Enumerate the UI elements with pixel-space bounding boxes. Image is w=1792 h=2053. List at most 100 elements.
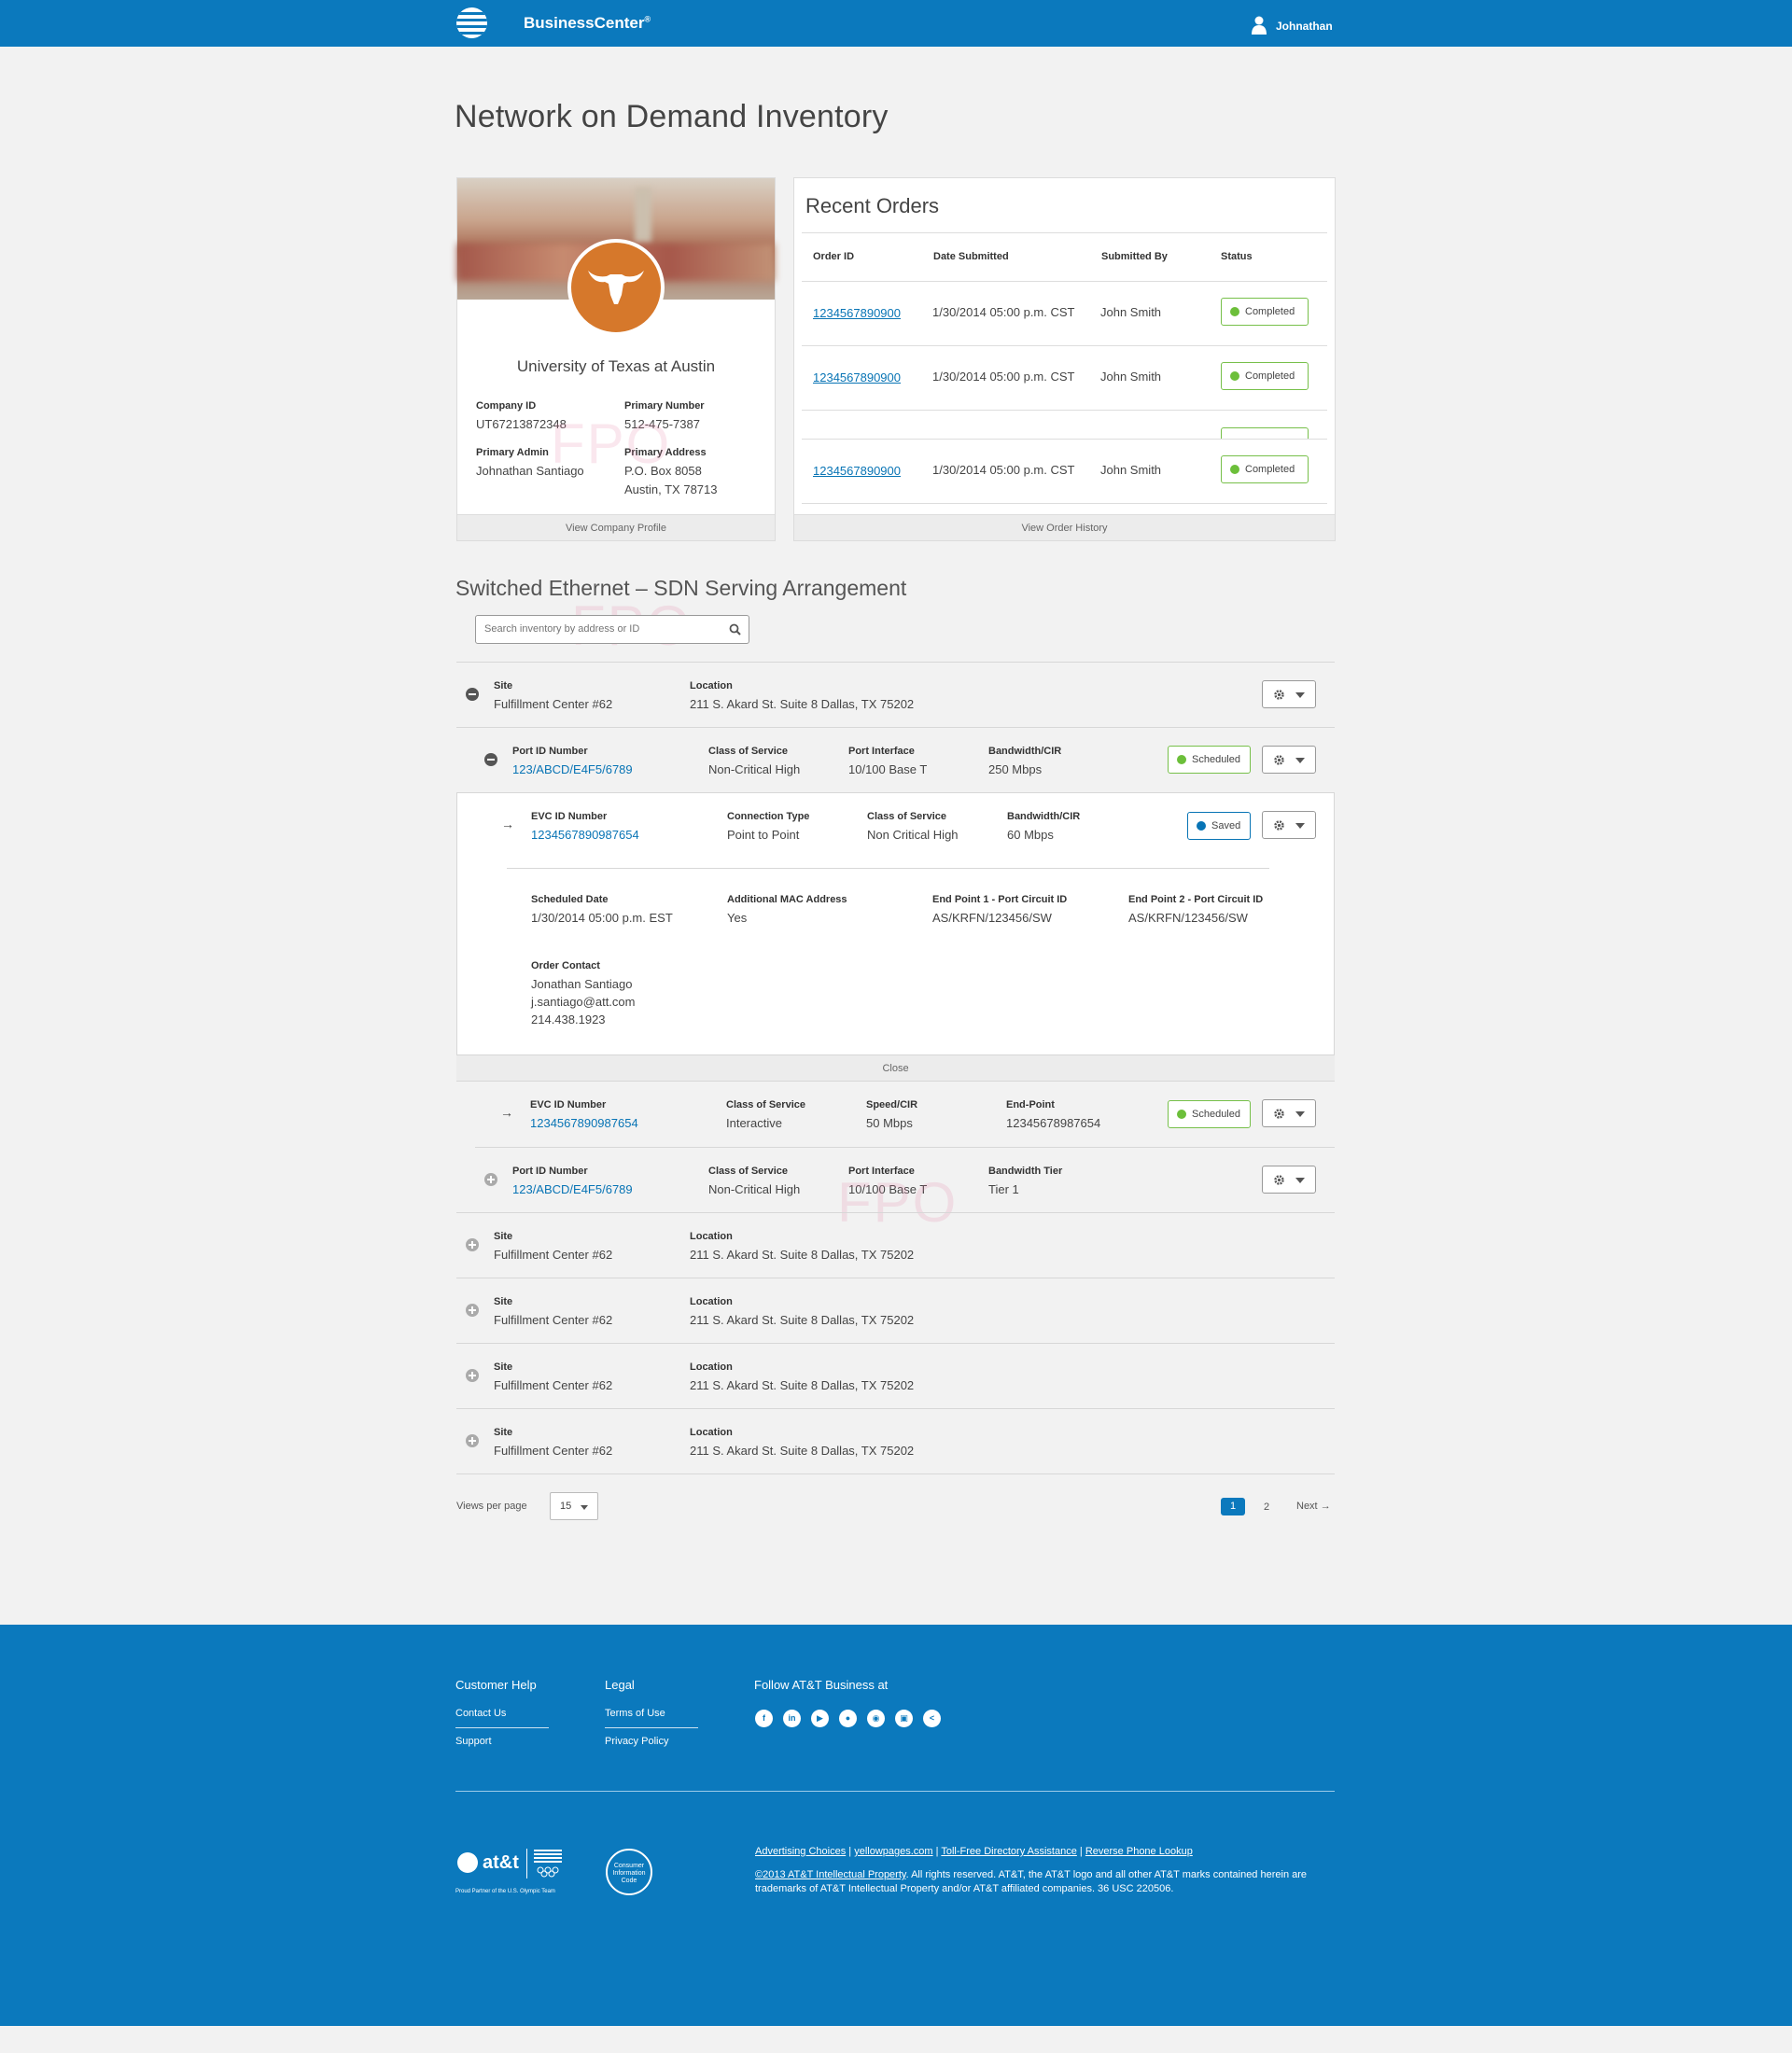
collapse-icon[interactable] [484,753,497,766]
status-dot-icon [1230,465,1239,474]
connection-type-label: Connection Type [727,811,810,822]
views-per-page-select[interactable]: 15 [550,1492,598,1520]
globe-icon[interactable]: ● [839,1710,857,1727]
search-input[interactable] [484,623,718,635]
location-label: Location [690,1296,733,1307]
mac-address-value: Yes [727,911,748,925]
search-icon[interactable] [729,623,741,635]
evc-id-link[interactable]: 1234567890987654 [531,828,639,842]
site-settings-button[interactable] [1262,680,1316,708]
chevron-down-icon [1295,1111,1305,1117]
search-inventory-box[interactable] [475,615,749,644]
scheduled-date-label: Scheduled Date [531,894,609,905]
collapse-icon[interactable] [466,688,479,701]
privacy-policy-link[interactable]: Privacy Policy [605,1736,668,1747]
order-contact-phone: 214.438.1923 [531,1013,606,1026]
att-globe-logo[interactable] [456,7,487,38]
recent-orders-title: Recent Orders [805,194,940,217]
expand-icon[interactable] [466,1434,479,1447]
evc-id-label: EVC ID Number [530,1099,607,1110]
status-dot-icon [1197,821,1206,831]
evc-id-label: EVC ID Number [531,811,608,822]
share-icon[interactable]: < [923,1710,941,1727]
expand-icon[interactable] [466,1304,479,1317]
status-dot-icon [1177,755,1186,764]
rss-icon[interactable]: ◉ [867,1710,885,1727]
order-id-link[interactable]: 1234567890900 [813,306,901,320]
port-settings-button[interactable] [1262,1166,1316,1194]
port-id-link[interactable]: 123/ABCD/E4F5/6789 [512,762,633,776]
class-of-service-label: Class of Service [708,1166,788,1177]
port-id-link[interactable]: 123/ABCD/E4F5/6789 [512,1182,633,1196]
class-of-service-value: Non-Critical High [708,1182,801,1196]
order-date: 1/30/2014 05:00 p.m. CST [932,305,1075,319]
footer-legal-links: Advertising Choices | yellowpages.com | … [755,1846,1193,1857]
next-page-button[interactable]: Next → [1296,1501,1331,1512]
end-point-label: End-Point [1006,1099,1055,1110]
consumer-information-code-badge[interactable]: Consumer Information Code [606,1849,652,1895]
evc-settings-button[interactable] [1262,811,1316,839]
status-badge: Scheduled [1168,1100,1251,1128]
terms-of-use-link[interactable]: Terms of Use [605,1708,665,1719]
arrow-right-icon: → [1320,1501,1331,1512]
site-value: Fulfillment Center #62 [494,1378,613,1392]
site-value: Fulfillment Center #62 [494,1313,613,1327]
newsroom-icon[interactable]: ▣ [895,1710,913,1727]
fpo-watermark: FPO [551,412,672,475]
port-settings-button[interactable] [1262,746,1316,774]
facebook-icon[interactable]: f [755,1710,773,1727]
user-name[interactable]: Johnathan [1276,20,1333,33]
order-id-link[interactable]: 1234567890900 [813,464,901,478]
orders-header-date: Date Submitted [933,251,1009,262]
gear-icon [1274,755,1284,765]
legal-title: Legal [605,1678,635,1692]
status-badge: Completed [1221,455,1309,483]
yellowpages-link[interactable]: yellowpages.com [854,1846,932,1857]
support-link[interactable]: Support [455,1736,492,1747]
toll-free-directory-link[interactable]: Toll-Free Directory Assistance [941,1846,1077,1857]
footer: Customer Help Contact Us Support Legal T… [0,1625,1792,2026]
order-date: 1/30/2014 05:00 p.m. CST [932,463,1075,477]
advertising-choices-link[interactable]: Advertising Choices [755,1846,846,1857]
reverse-phone-lookup-link[interactable]: Reverse Phone Lookup [1085,1846,1193,1857]
view-company-profile-link[interactable]: View Company Profile [457,514,775,540]
expand-icon[interactable] [466,1238,479,1251]
class-of-service-value: Non Critical High [867,828,959,842]
youtube-icon[interactable]: ▶ [811,1710,829,1727]
page-2-button[interactable]: 2 [1264,1501,1269,1513]
view-order-history-link[interactable]: View Order History [794,514,1335,540]
expand-icon[interactable] [484,1173,497,1186]
status-dot-icon [1230,371,1239,381]
status-badge: Completed [1221,362,1309,390]
close-detail-button[interactable]: Close [456,1054,1335,1082]
chevron-down-icon [581,1505,588,1510]
site-value: Fulfillment Center #62 [494,1248,613,1262]
evc-settings-button[interactable] [1262,1099,1316,1127]
brand-title[interactable]: BusinessCenter® [524,14,651,33]
views-per-page-label: Views per page [456,1501,527,1512]
site-label: Site [494,1362,513,1373]
order-submitted-by: John Smith [1100,305,1162,319]
bandwidth-label: Bandwidth/CIR [1007,811,1081,822]
att-logo-text: at&t [483,1852,519,1873]
company-card: University of Texas at Austin Company ID… [456,177,776,541]
gear-icon [1274,1109,1284,1119]
page-1-button[interactable]: 1 [1221,1498,1245,1515]
expand-icon[interactable] [466,1369,479,1382]
copyright-link[interactable]: ©2013 AT&T Intellectual Property [755,1869,906,1880]
port-interface-value: 10/100 Base T [848,762,928,776]
top-header: BusinessCenter® Johnathan [0,0,1792,47]
chevron-down-icon [1295,758,1305,763]
end-point-2-label: End Point 2 - Port Circuit ID [1128,894,1264,905]
class-of-service-label: Class of Service [867,811,946,822]
scheduled-date-value: 1/30/2014 05:00 p.m. EST [531,911,673,925]
us-olympic-flag-icon [534,1850,562,1878]
linkedin-icon[interactable]: in [783,1710,801,1727]
evc-id-link[interactable]: 1234567890987654 [530,1116,638,1130]
class-of-service-value: Non-Critical High [708,762,801,776]
order-id-link[interactable]: 1234567890900 [813,370,901,384]
location-label: Location [690,1362,733,1373]
contact-us-link[interactable]: Contact Us [455,1708,506,1719]
longhorn-logo [567,239,665,336]
user-icon[interactable] [1252,16,1267,35]
